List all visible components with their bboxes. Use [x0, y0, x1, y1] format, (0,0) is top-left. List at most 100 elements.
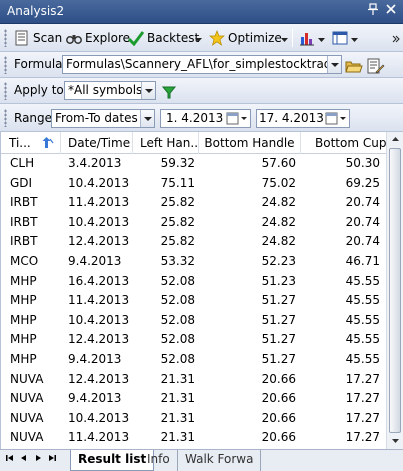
cell-datetime: 11.4.2013	[68, 293, 130, 308]
table-row[interactable]: GDI 10.4.2013 75.11 75.02 69.25	[1, 174, 387, 194]
cell-bottom-handle: 51.27	[261, 351, 296, 366]
first-tab-icon[interactable]	[4, 453, 16, 468]
analysis-toolbar: Scan Explore Backtest Optimize	[0, 24, 403, 52]
cell-ticker: MHP	[10, 293, 37, 308]
cell-datetime: 12.4.2013	[68, 371, 130, 386]
cell-bottom-handle: 20.66	[261, 430, 296, 445]
cell-bottom-cup: 45.55	[345, 273, 380, 288]
scan-button[interactable]: Scan	[14, 28, 62, 48]
table-row[interactable]: MHP 11.4.2013 52.08 51.27 45.55	[1, 291, 387, 311]
column-header-ticker[interactable]: Ti...	[1, 132, 61, 154]
cell-datetime: 10.4.2013	[68, 214, 130, 229]
star-icon	[209, 30, 225, 46]
tab-walk-forward[interactable]: Walk Forwa	[178, 450, 262, 471]
column-header-datetime[interactable]: Date/Time	[61, 132, 133, 154]
table-row[interactable]: NUVA 12.4.2013 21.31 20.66 17.27	[1, 370, 387, 390]
table-row[interactable]: IRBT 10.4.2013 25.82 24.82 20.74	[1, 213, 387, 233]
cell-datetime: 10.4.2013	[68, 312, 130, 327]
calendar-icon[interactable]	[226, 111, 248, 127]
table-row[interactable]: MHP 10.4.2013 52.08 51.27 45.55	[1, 311, 387, 331]
range-bar-grip[interactable]	[4, 109, 7, 127]
range-dropdown-arrow[interactable]	[140, 110, 154, 127]
filter-button[interactable]	[161, 82, 180, 102]
tab-info[interactable]: Info	[140, 450, 178, 471]
to-date-field[interactable]: 17. 4.2013	[256, 109, 350, 128]
formula-label: Formula	[14, 57, 63, 71]
cell-bottom-cup: 45.55	[345, 351, 380, 366]
cell-bottom-handle: 51.27	[261, 293, 296, 308]
toolbar-overflow-icon[interactable]	[392, 30, 400, 50]
table-row[interactable]: IRBT 12.4.2013 25.82 24.82 20.74	[1, 232, 387, 252]
cell-ticker: MCO	[10, 253, 39, 268]
apply-to-dropdown-arrow[interactable]	[141, 82, 155, 99]
cell-left-handle: 21.31	[160, 371, 195, 386]
cell-ticker: MHP	[10, 273, 37, 288]
calendar-icon[interactable]	[325, 111, 347, 127]
cell-datetime: 9.4.2013	[68, 351, 122, 366]
table-row[interactable]: NUVA 9.4.2013 21.31 20.66 17.27	[1, 389, 387, 409]
table-row[interactable]: MHP 12.4.2013 52.08 51.27 45.55	[1, 330, 387, 350]
pin-icon[interactable]	[366, 3, 380, 19]
open-folder-button[interactable]	[345, 56, 364, 76]
next-tab-icon[interactable]	[32, 453, 44, 468]
cell-datetime: 9.4.2013	[68, 253, 122, 268]
optimize-dropdown-arrow[interactable]	[281, 30, 288, 50]
edit-formula-button[interactable]	[367, 56, 386, 76]
column-header-bottom-cup[interactable]: Bottom Cup	[301, 132, 387, 154]
table-row[interactable]: MHP 9.4.2013 52.08 51.27 45.55	[1, 350, 387, 370]
range-value: From-To dates	[55, 111, 138, 125]
last-tab-icon[interactable]	[46, 453, 58, 468]
cell-bottom-cup: 45.55	[345, 293, 380, 308]
window-layout-dropdown-arrow[interactable]	[351, 30, 358, 50]
table-row[interactable]: NUVA 10.4.2013 21.31 20.66 17.27	[1, 409, 387, 429]
formula-bar-grip[interactable]	[4, 56, 7, 74]
table-row[interactable]: NUVA 11.4.2013 21.31 20.66 17.27	[1, 428, 387, 448]
toolbar-grip[interactable]	[4, 29, 7, 47]
close-icon[interactable]	[384, 3, 398, 19]
cell-left-handle: 52.08	[160, 312, 195, 327]
cell-bottom-cup: 50.30	[345, 156, 380, 170]
edit-formula-icon	[367, 58, 385, 74]
cell-ticker: NUVA	[10, 371, 44, 386]
explore-label: Explore	[85, 31, 131, 45]
apply-to-select[interactable]: *All symbols	[64, 81, 156, 100]
previous-tab-icon[interactable]	[18, 453, 30, 468]
column-header-left-handle[interactable]: Left Han...	[133, 132, 199, 154]
table-row[interactable]: MHP 16.4.2013 52.08 51.23 45.55	[1, 272, 387, 292]
backtest-button[interactable]: Backtest	[127, 28, 199, 48]
scroll-down-icon[interactable]	[388, 433, 403, 448]
scroll-up-icon[interactable]	[388, 132, 403, 147]
vertical-scrollbar[interactable]	[386, 132, 403, 449]
report-chart-button[interactable]	[299, 28, 318, 48]
table-body: CLH 3.4.2013 59.32 57.60 50.30 GDI 10.4.2013 75…	[1, 154, 387, 448]
results-table: Ti... Date/Time Left Han... Bottom Handl…	[0, 132, 403, 449]
table-row[interactable]: IRBT 11.4.2013 25.82 24.82 20.74	[1, 193, 387, 213]
backtest-dropdown-arrow[interactable]	[195, 30, 202, 50]
from-date-field[interactable]: 1. 4.2013	[160, 109, 251, 128]
table-row[interactable]: CLH 3.4.2013 59.32 57.60 50.30	[1, 154, 387, 174]
formula-dropdown-arrow[interactable]	[327, 56, 341, 73]
range-select[interactable]: From-To dates	[51, 109, 155, 128]
apply-bar-grip[interactable]	[4, 82, 7, 100]
scroll-thumb[interactable]	[389, 148, 401, 433]
column-header-bottom-handle[interactable]: Bottom Handle	[199, 132, 301, 154]
cell-ticker: GDI	[10, 175, 33, 190]
cell-bottom-handle: 75.02	[261, 175, 296, 190]
cell-bottom-handle: 57.60	[261, 156, 296, 170]
optimize-button[interactable]: Optimize	[209, 28, 282, 48]
cell-bottom-cup: 46.71	[345, 253, 380, 268]
cell-datetime: 9.4.2013	[68, 391, 122, 406]
cell-bottom-handle: 24.82	[261, 195, 296, 210]
cell-bottom-cup: 17.27	[345, 371, 380, 386]
cell-datetime: 10.4.2013	[68, 175, 130, 190]
cell-left-handle: 25.82	[160, 195, 195, 210]
cell-bottom-cup: 17.27	[345, 410, 380, 425]
explore-button[interactable]: Explore	[66, 28, 130, 48]
cell-datetime: 16.4.2013	[68, 273, 130, 288]
cell-bottom-handle: 51.27	[261, 312, 296, 327]
table-row[interactable]: MCO 9.4.2013 53.32 52.23 46.71	[1, 252, 387, 272]
formula-path-field[interactable]: Formulas\Scannery_AFL\for_simplestocktra…	[62, 55, 342, 74]
report-dropdown-arrow[interactable]	[318, 30, 325, 50]
window-layout-button[interactable]	[332, 28, 351, 48]
cell-left-handle: 53.32	[160, 253, 195, 268]
